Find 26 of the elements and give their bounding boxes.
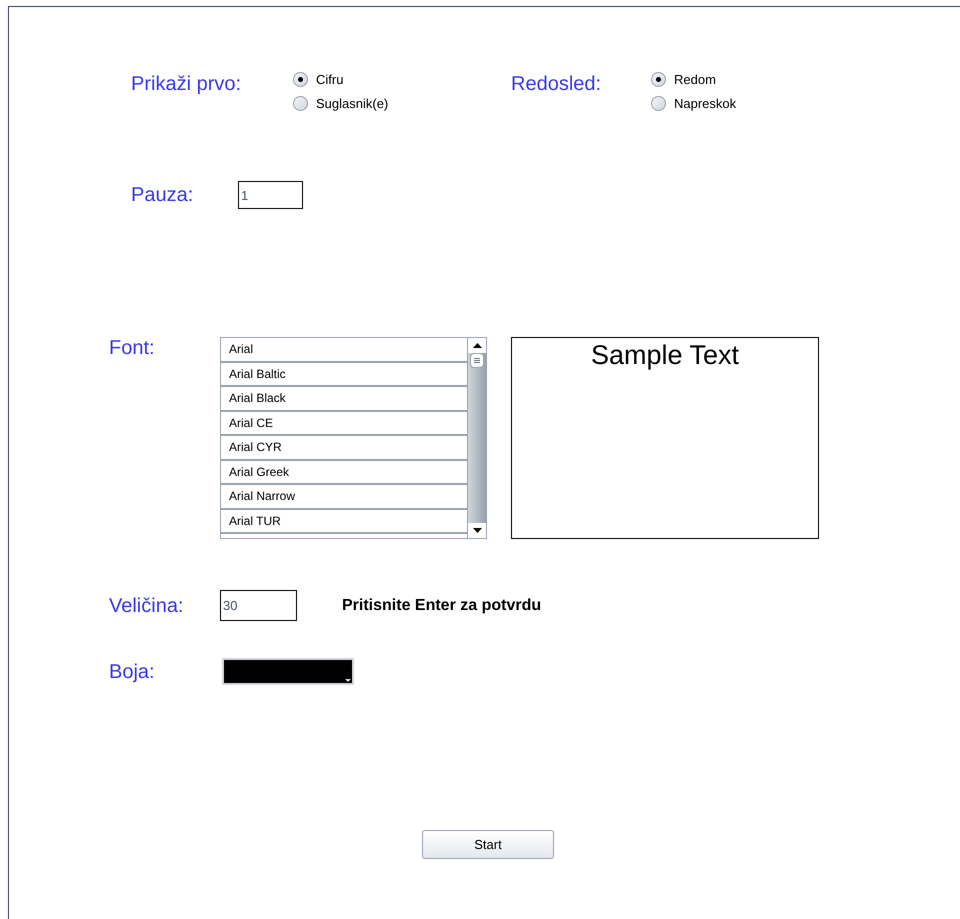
scroll-down-icon[interactable] [468,523,486,538]
radio-option[interactable]: Napreskok [651,96,736,111]
radio-option[interactable]: Cifru [293,72,388,87]
hint-text: Pritisnite Enter za potvrdu [342,596,542,616]
field-label: Prikaži prvo: [131,74,242,94]
pause-input[interactable]: 1 [238,181,303,209]
font-list[interactable]: Arial Arial Baltic Arial Black Arial CE Arial CYR Arial Greek Arial Narrow Arial TUR [220,337,487,539]
field-label: Redosled: [511,74,602,94]
field-label: Pauza: [131,185,194,205]
font-option[interactable]: Arial CE [221,412,467,436]
color-picker[interactable] [222,658,354,685]
font-option[interactable]: Arial TUR [221,510,467,534]
scrollbar[interactable] [467,338,486,538]
radio-option[interactable]: Redom [651,72,736,87]
size-input[interactable]: 30 [220,590,297,621]
scroll-thumb[interactable] [470,353,484,368]
field-label: Veličina: [109,596,184,616]
field-label: Boja: [109,662,156,682]
dropdown-icon [345,679,351,682]
scroll-up-icon[interactable] [468,338,486,353]
radio-option[interactable]: Suglasnik(e) [293,96,388,111]
sample-text: Sample Text [590,342,740,369]
font-option[interactable]: Arial Baltic [221,362,467,387]
start-button[interactable]: Start [422,830,554,859]
font-option[interactable]: Arial Greek [221,460,467,485]
field-label: Font: [109,338,156,358]
